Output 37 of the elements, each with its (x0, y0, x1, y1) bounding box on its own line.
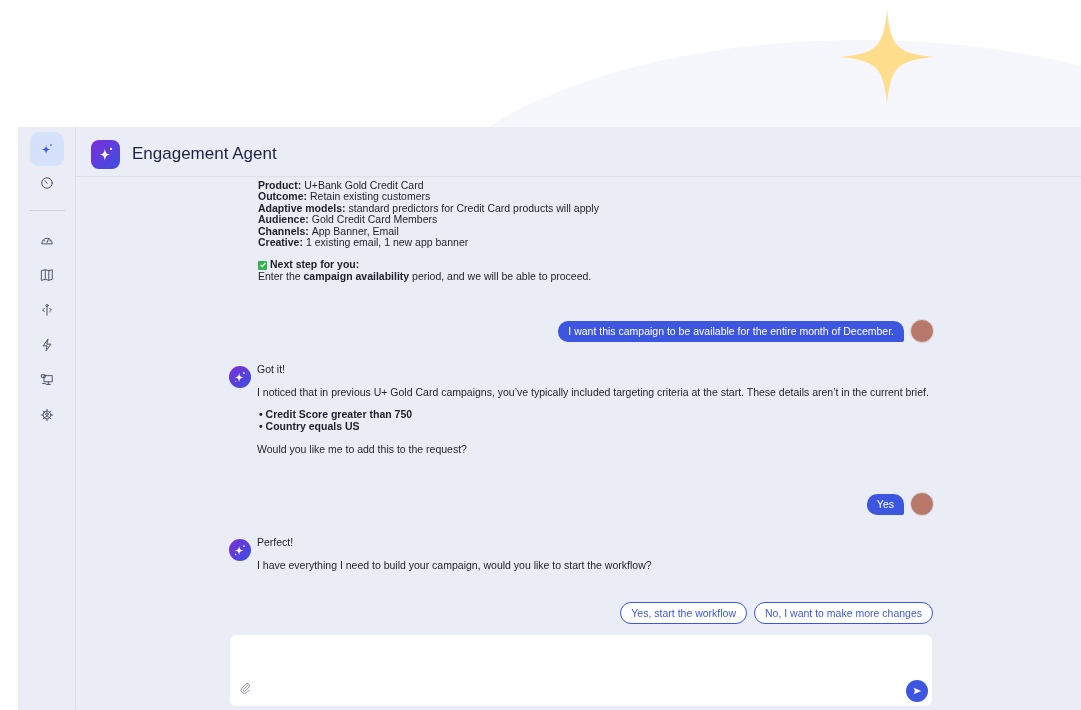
brief-value: App Banner, Email (311, 224, 399, 237)
brief-label: Product: (258, 179, 302, 191)
criteria-item: • Country equals US (259, 420, 360, 433)
agent-message-text: I noticed that in previous U+ Gold Card campaigns, you’ve typically included targeting criteria at the start. These details aren’t in the current brief. (257, 386, 930, 399)
message-input-field[interactable] (230, 635, 932, 707)
brief-label: Adaptive models: (258, 201, 346, 214)
user-message: I want this campaign to be available for the entire month of December. (558, 320, 904, 342)
criteria-item: • Credit Score greater than 750 (259, 409, 414, 421)
agent-avatar-icon (229, 539, 251, 562)
brief-label: Outcome: (258, 190, 307, 203)
send-icon (912, 686, 922, 697)
user-avatar (910, 492, 934, 517)
agent-message-text: Perfect! (257, 536, 295, 549)
brief-label: Creative: (258, 236, 303, 249)
agent-logo-icon (91, 139, 120, 169)
brief-label: Audience: (258, 213, 309, 226)
send-button[interactable] (906, 680, 928, 703)
next-step-title: Next step for you: (270, 259, 360, 271)
quick-reply-button[interactable]: Yes, start the workflow (620, 602, 747, 625)
agent-message-text: Would you like me to add this to the request? (257, 443, 468, 456)
user-avatar (910, 319, 934, 344)
next-step-text: Enter the campaign availability period, and we will be able to proceed. (258, 270, 593, 283)
agent-avatar-icon (229, 366, 251, 389)
attach-icon[interactable] (240, 683, 251, 695)
nav-sparkle-icon[interactable] (29, 132, 64, 166)
app-title: Engagement Agent (132, 144, 277, 164)
user-message: Yes (866, 493, 904, 515)
brief-value: Retain existing customers (310, 190, 431, 203)
agent-message-text: I have everything I need to build your campaign, would you like to start the workflow? (257, 559, 653, 572)
brief-value: Gold Credit Card Members (311, 213, 438, 226)
quick-reply-button[interactable]: No, I want to make more changes (754, 602, 933, 625)
brief-value: standard predictors for Credit Card products will apply (348, 201, 599, 214)
agent-message-text: Got it! (257, 363, 286, 376)
brief-value: 1 existing email, 1 new app banner (305, 236, 469, 249)
brief-label: Channels: (258, 224, 309, 237)
checkmark-icon (258, 260, 267, 270)
brief-value: U+Bank Gold Credit Card (304, 179, 424, 191)
